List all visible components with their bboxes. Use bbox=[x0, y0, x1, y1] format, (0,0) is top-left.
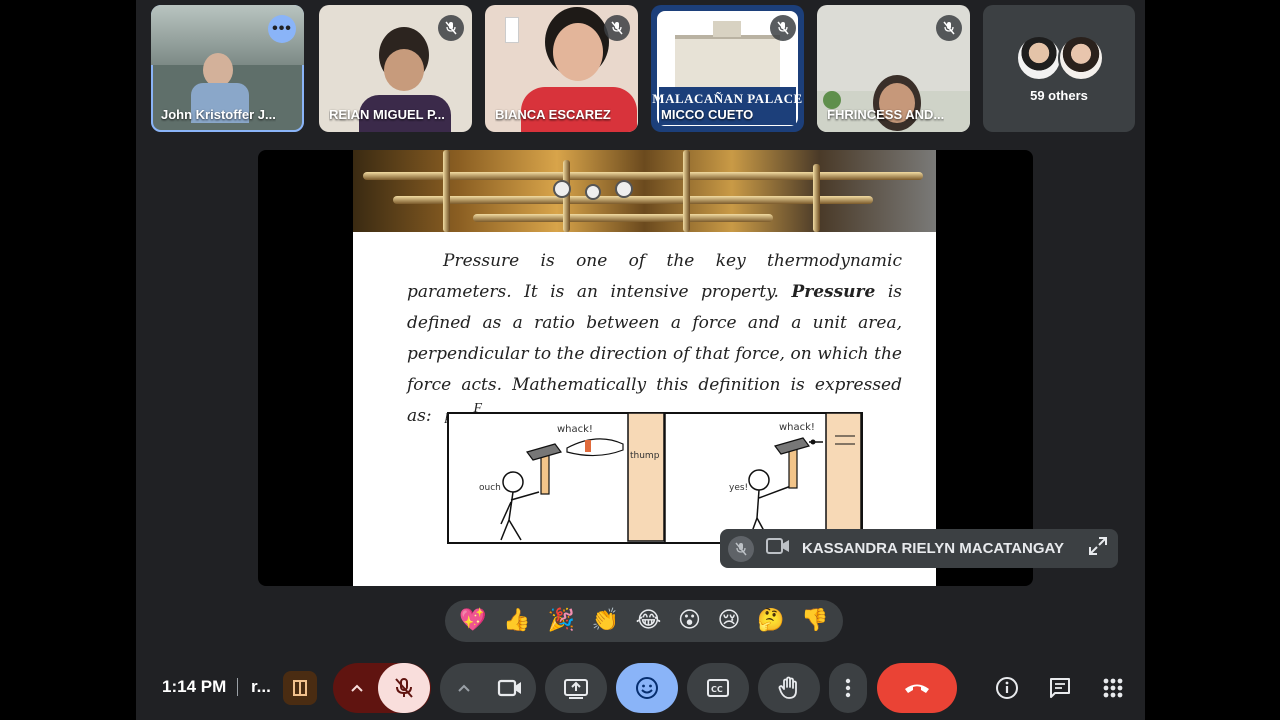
mic-off-icon bbox=[728, 535, 754, 562]
gauge-icon bbox=[615, 180, 633, 198]
leave-call-button[interactable] bbox=[877, 663, 957, 713]
mic-off-icon bbox=[770, 15, 796, 41]
emoji-icon bbox=[636, 677, 658, 699]
mic-off-icon bbox=[604, 15, 630, 41]
pipe-decoration bbox=[473, 214, 773, 222]
meeting-info-button[interactable] bbox=[990, 663, 1024, 713]
activities-button[interactable] bbox=[1096, 663, 1130, 713]
meeting-code[interactable]: r... bbox=[251, 677, 271, 697]
participant-name: BIANCA ESCAREZ bbox=[495, 107, 611, 122]
closed-captions-icon: CC bbox=[707, 679, 729, 697]
reaction-clapping[interactable]: 👏 bbox=[592, 600, 619, 642]
reaction-thumbs-up[interactable]: 👍 bbox=[503, 600, 530, 642]
pipe-decoration bbox=[443, 150, 450, 232]
more-vert-icon bbox=[845, 678, 851, 698]
video-options-button[interactable] bbox=[442, 663, 486, 713]
sound-text: whack! bbox=[557, 424, 593, 435]
palace-tower bbox=[713, 21, 741, 37]
slide-paragraph: Pressure is one of the key thermodynamic… bbox=[407, 246, 902, 432]
participant-tile[interactable]: FHRINCESS AND... bbox=[817, 5, 970, 132]
audio-options-button[interactable] bbox=[335, 663, 379, 713]
person-face bbox=[553, 23, 603, 81]
chat-button[interactable] bbox=[1043, 663, 1077, 713]
camera-off-icon bbox=[766, 537, 790, 560]
presentation-stage: Pressure is one of the key thermodynamic… bbox=[258, 150, 1033, 586]
mic-off-icon bbox=[936, 15, 962, 41]
person-head bbox=[203, 53, 233, 87]
host-controls-icon[interactable] bbox=[283, 671, 317, 705]
participant-tile[interactable]: BIANCA ESCAREZ bbox=[485, 5, 638, 132]
participant-tile[interactable]: MALACAÑAN PALACE MICCO CUETO bbox=[651, 5, 804, 132]
reaction-surprised[interactable]: 😮 bbox=[678, 600, 701, 642]
present-button[interactable] bbox=[545, 663, 607, 713]
raise-hand-button[interactable] bbox=[758, 663, 820, 713]
others-count: 59 others bbox=[1030, 88, 1088, 103]
mic-toggle-button[interactable] bbox=[378, 663, 430, 713]
mic-off-icon bbox=[395, 678, 413, 698]
emoji-button[interactable] bbox=[616, 663, 678, 713]
sound-text: thump bbox=[630, 451, 660, 461]
palace-building bbox=[675, 35, 780, 87]
more-options-button[interactable] bbox=[829, 663, 867, 713]
reaction-party-popper[interactable]: 🎉 bbox=[547, 600, 574, 642]
camera-toggle-button[interactable] bbox=[486, 663, 534, 713]
participant-tile[interactable]: ••• John Kristoffer J... bbox=[151, 5, 304, 132]
sound-text: whack! bbox=[779, 422, 815, 433]
participant-name: MICCO CUETO bbox=[661, 107, 754, 122]
more-options-icon[interactable]: ••• bbox=[268, 15, 296, 43]
expand-icon[interactable] bbox=[1088, 536, 1108, 561]
seal-text: MALACAÑAN PALACE bbox=[652, 91, 803, 106]
captions-button[interactable]: CC bbox=[687, 663, 749, 713]
gauge-icon bbox=[553, 180, 571, 198]
phone-hangup-icon bbox=[905, 684, 929, 693]
participant-name: John Kristoffer J... bbox=[161, 107, 276, 122]
participant-name: REIAN MIGUEL P... bbox=[329, 107, 445, 122]
pinned-speaker-bar[interactable]: KASSANDRA RIELYN MACATANGAY bbox=[720, 529, 1118, 568]
participant-tile[interactable]: REIAN MIGUEL P... bbox=[319, 5, 472, 132]
chat-icon bbox=[1050, 678, 1070, 698]
chevron-up-icon bbox=[351, 684, 363, 692]
avatar bbox=[1058, 35, 1104, 81]
person-face bbox=[384, 49, 424, 91]
slide-banner-image bbox=[353, 150, 936, 232]
camera-icon bbox=[497, 679, 521, 697]
reaction-laughing[interactable]: 😂 bbox=[636, 600, 662, 642]
reaction-sparkling-heart[interactable]: 💖 bbox=[459, 600, 486, 642]
others-tile[interactable]: 59 others bbox=[983, 5, 1135, 132]
pipe-decoration bbox=[393, 196, 873, 204]
pipe-decoration bbox=[813, 164, 820, 232]
raise-hand-icon bbox=[778, 676, 797, 699]
reactions-bar: 💖 👍 🎉 👏 😂 😮 😢 🤔 👎 bbox=[445, 600, 843, 642]
participant-name: FHRINCESS AND... bbox=[827, 107, 945, 122]
slide: Pressure is one of the key thermodynamic… bbox=[353, 150, 936, 586]
reaction-sad[interactable]: 😢 bbox=[718, 600, 741, 642]
chevron-up-icon bbox=[458, 684, 470, 692]
hammer-illustration: whack! thump ouch whack! yes! bbox=[447, 412, 863, 544]
sound-text: yes! bbox=[729, 483, 748, 493]
apps-grid-icon bbox=[1103, 678, 1123, 698]
bold-term: Pressure bbox=[791, 282, 876, 302]
reaction-thinking[interactable]: 🤔 bbox=[757, 600, 784, 642]
gauge-icon bbox=[585, 184, 601, 200]
present-screen-icon bbox=[564, 679, 588, 699]
reaction-thumbs-down[interactable]: 👎 bbox=[801, 600, 828, 642]
info-icon bbox=[996, 677, 1018, 699]
svg-text:CC: CC bbox=[711, 685, 723, 694]
sound-text: ouch bbox=[479, 483, 501, 493]
avatar bbox=[1016, 35, 1062, 81]
speaker-name: KASSANDRA RIELYN MACATANGAY bbox=[802, 540, 1064, 557]
divider bbox=[237, 678, 238, 696]
meeting-clock: 1:14 PM bbox=[162, 677, 227, 696]
mic-off-icon bbox=[438, 15, 464, 41]
wall-switch bbox=[505, 17, 519, 43]
pipe-decoration bbox=[683, 150, 690, 232]
